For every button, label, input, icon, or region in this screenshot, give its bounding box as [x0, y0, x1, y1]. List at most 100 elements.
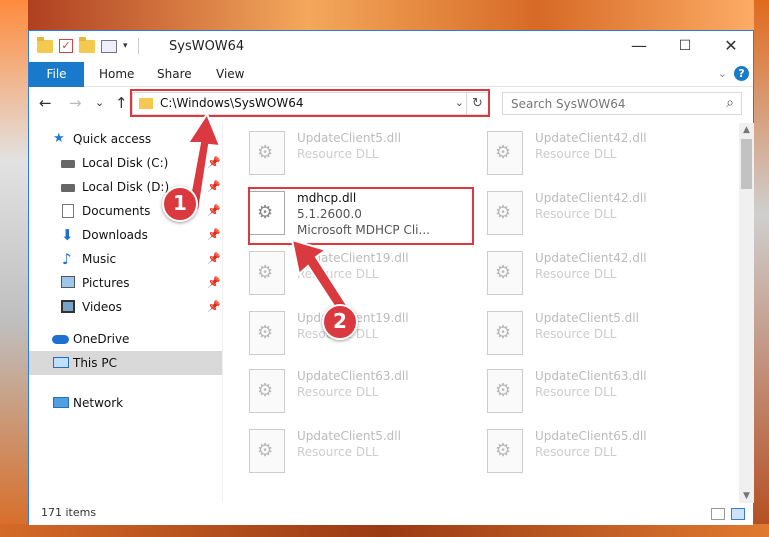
- tab-file[interactable]: File: [29, 62, 84, 87]
- file-description: Resource DLL: [535, 267, 617, 281]
- scroll-down-icon[interactable]: ▼: [739, 489, 754, 503]
- sidebar-item-label: Pictures: [82, 276, 130, 290]
- properties-check-icon[interactable]: ✓: [59, 39, 73, 53]
- chevron-down-icon[interactable]: ▾: [123, 41, 128, 51]
- file-description: Resource DLL: [297, 385, 379, 399]
- pin-icon[interactable]: 📌: [207, 223, 221, 247]
- help-icon[interactable]: ?: [734, 66, 749, 81]
- dll-file-icon: [487, 369, 523, 413]
- file-name: UpdateClient42.dll: [535, 191, 647, 205]
- file-item[interactable]: UpdateClient63.dll Resource DLL: [481, 367, 711, 419]
- computer-icon: [53, 357, 69, 368]
- dll-file-icon: [249, 131, 285, 175]
- file-name: UpdateClient42.dll: [535, 251, 647, 265]
- drive-icon: [61, 160, 75, 168]
- desktop-background-bottom: [0, 524, 769, 537]
- desktop-background-left: [0, 0, 28, 537]
- file-name: UpdateClient63.dll: [297, 369, 409, 383]
- sidebar-item-label: Local Disk (C:): [82, 156, 169, 170]
- file-name: UpdateClient65.dll: [535, 429, 647, 443]
- scroll-up-icon[interactable]: ▲: [739, 123, 754, 137]
- pin-icon[interactable]: 📌: [207, 247, 221, 271]
- pictures-icon: [61, 276, 75, 288]
- window-title: SysWOW64: [169, 39, 245, 54]
- item-count: 171 items: [41, 506, 97, 519]
- file-item[interactable]: UpdateClient63.dll Resource DLL: [243, 367, 473, 419]
- sidebar-item-label: OneDrive: [73, 332, 130, 346]
- sidebar-item-this-pc[interactable]: This PC: [29, 351, 222, 375]
- drive-icon: [61, 184, 75, 192]
- file-item[interactable]: UpdateClient65.dll Resource DLL: [481, 427, 711, 479]
- network-icon: [53, 397, 69, 408]
- file-item[interactable]: UpdateClient42.dll Resource DLL: [481, 189, 711, 241]
- file-item[interactable]: UpdateClient5.dll Resource DLL: [243, 427, 473, 479]
- sidebar-item-onedrive[interactable]: OneDrive: [29, 327, 222, 351]
- status-bar: 171 items: [29, 503, 753, 525]
- download-icon: ⬇: [61, 226, 74, 244]
- step-1-badge: 1: [162, 186, 198, 222]
- search-box[interactable]: Search SysWOW64 ⌕: [502, 92, 742, 115]
- sidebar-item-label: This PC: [73, 356, 117, 370]
- sidebar-item-network[interactable]: Network: [29, 391, 222, 415]
- tab-view[interactable]: View: [216, 62, 244, 87]
- search-input[interactable]: Search SysWOW64: [511, 97, 625, 111]
- dll-file-icon: [487, 429, 523, 473]
- sidebar-item-music[interactable]: ♪ Music 📌: [29, 247, 222, 271]
- close-button[interactable]: ✕: [708, 31, 754, 62]
- sidebar-item-videos[interactable]: Videos 📌: [29, 295, 222, 319]
- sidebar-item-pictures[interactable]: Pictures 📌: [29, 271, 222, 295]
- star-icon: ★: [53, 131, 65, 146]
- large-icons-view-icon[interactable]: [731, 508, 745, 520]
- pin-icon[interactable]: 📌: [207, 271, 221, 295]
- file-item[interactable]: UpdateClient42.dll Resource DLL: [481, 129, 711, 181]
- folder-icon[interactable]: [37, 36, 53, 53]
- tab-share[interactable]: Share: [157, 62, 192, 87]
- tab-home[interactable]: Home: [99, 62, 134, 87]
- sidebar-item-label: Videos: [82, 300, 122, 314]
- file-description: Resource DLL: [297, 445, 379, 459]
- ribbon-tabs: File Home Share View ⌄ ?: [29, 62, 753, 87]
- scroll-thumb[interactable]: [741, 139, 752, 189]
- file-name: UpdateClient63.dll: [535, 369, 647, 383]
- search-icon[interactable]: ⌕: [726, 95, 734, 111]
- forward-button[interactable]: →: [69, 94, 82, 112]
- dll-file-icon: [249, 429, 285, 473]
- vertical-scrollbar[interactable]: ▲ ▼: [739, 123, 754, 503]
- file-name: UpdateClient5.dll: [297, 429, 401, 443]
- up-button[interactable]: ↑: [115, 94, 128, 112]
- sidebar-item-label: Music: [82, 252, 117, 266]
- file-item[interactable]: UpdateClient42.dll Resource DLL: [481, 249, 711, 301]
- sidebar-item-label: Network: [73, 396, 124, 410]
- file-description: Resource DLL: [535, 207, 617, 221]
- dll-file-icon: [249, 251, 285, 295]
- details-view-icon[interactable]: [711, 508, 725, 520]
- sidebar-item-label: Downloads: [82, 228, 148, 242]
- minimize-button[interactable]: —: [616, 31, 662, 62]
- file-name: UpdateClient42.dll: [535, 131, 647, 145]
- step-2-badge: 2: [322, 304, 358, 340]
- pin-icon[interactable]: 📌: [207, 295, 221, 319]
- music-icon: ♪: [62, 250, 72, 268]
- file-description: Resource DLL: [535, 327, 617, 341]
- file-description: Resource DLL: [535, 445, 617, 459]
- file-name: UpdateClient5.dll: [297, 131, 401, 145]
- new-folder-icon[interactable]: [79, 36, 95, 53]
- recent-locations-button[interactable]: ⌄: [95, 96, 104, 109]
- file-item[interactable]: UpdateClient5.dll Resource DLL: [481, 309, 711, 361]
- dll-file-icon: [487, 251, 523, 295]
- back-button[interactable]: ←: [39, 94, 52, 112]
- explorer-window: ✓ ▾ SysWOW64 — ☐ ✕ File Home Share View …: [28, 30, 754, 525]
- sidebar-item-label: Documents: [82, 204, 151, 218]
- file-description: Resource DLL: [297, 147, 379, 161]
- dll-file-icon: [249, 369, 285, 413]
- file-item[interactable]: UpdateClient5.dll Resource DLL: [243, 129, 473, 181]
- maximize-button[interactable]: ☐: [662, 31, 708, 62]
- toolbar-divider: [137, 38, 139, 54]
- title-bar: ✓ ▾ SysWOW64 — ☐ ✕: [29, 31, 753, 62]
- sidebar-item-downloads[interactable]: ⬇ Downloads 📌: [29, 223, 222, 247]
- customize-icon[interactable]: [101, 39, 117, 53]
- dll-file-icon: [487, 311, 523, 355]
- expand-ribbon-icon[interactable]: ⌄: [718, 67, 727, 80]
- file-name: UpdateClient5.dll: [535, 311, 639, 325]
- file-description: Resource DLL: [535, 147, 617, 161]
